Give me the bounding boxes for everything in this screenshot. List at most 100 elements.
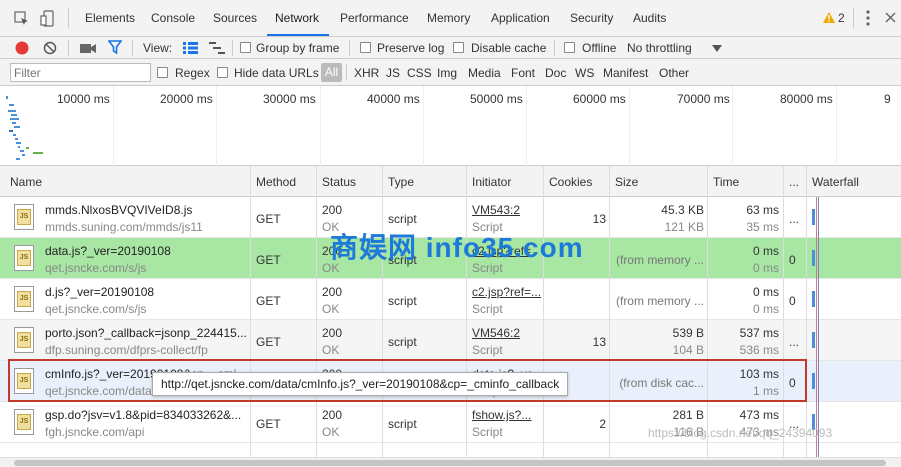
column-time[interactable]: Time [713, 175, 739, 189]
filter-type-media[interactable]: Media [468, 66, 501, 80]
request-initiator[interactable]: fshow.js?... [472, 408, 531, 422]
active-tab-indicator [267, 34, 329, 36]
network-request-table: Name Method Status Type Initiator Cookie… [0, 166, 901, 457]
request-method: GET [256, 294, 281, 308]
table-row[interactable]: JS porto.json?_callback=jsonp_224415... df… [0, 320, 901, 361]
request-size-resource: 121 KB [664, 220, 704, 234]
large-rows-icon[interactable] [183, 42, 198, 57]
preserve-log-checkbox[interactable] [360, 42, 371, 53]
offline-label: Offline [582, 41, 617, 55]
request-size: (from memory ... [615, 294, 704, 308]
filter-type-all[interactable]: All [321, 63, 342, 82]
offline-checkbox[interactable] [564, 42, 575, 53]
overview-waterfall-icon[interactable] [209, 42, 225, 57]
tab-security[interactable]: Security [570, 11, 613, 25]
tab-sources[interactable]: Sources [213, 11, 257, 25]
request-initiator[interactable]: VM546:2 [472, 326, 520, 340]
tab-audits[interactable]: Audits [633, 11, 666, 25]
request-initiator[interactable]: VM543:2 [472, 203, 520, 217]
filter-type-xhr[interactable]: XHR [354, 66, 379, 80]
column-separator[interactable] [707, 166, 708, 457]
request-name[interactable]: mmds.NlxosBVQVIVeID8.js [45, 203, 192, 217]
filter-type-ws[interactable]: WS [575, 66, 594, 80]
request-time: 0 ms [752, 244, 779, 258]
horizontal-scrollbar[interactable] [0, 457, 901, 467]
request-name[interactable]: d.js?_ver=20190108 [45, 285, 154, 299]
toolbar-separator [346, 64, 347, 80]
filter-type-css[interactable]: CSS [407, 66, 432, 80]
column-cookies[interactable]: Cookies [549, 175, 592, 189]
filter-type-font[interactable]: Font [511, 66, 535, 80]
screenshot-camera-icon[interactable] [80, 42, 96, 57]
overview-grid-line [113, 86, 114, 166]
throttling-select[interactable]: No throttling [627, 41, 692, 55]
column-separator[interactable] [609, 166, 610, 457]
column-separator[interactable] [382, 166, 383, 457]
filter-type-doc[interactable]: Doc [545, 66, 566, 80]
device-toolbar-icon[interactable] [40, 10, 56, 31]
column-separator[interactable] [466, 166, 467, 457]
request-initiator[interactable]: c2.jsp?ref=... [472, 285, 541, 299]
more-menu-icon[interactable] [866, 10, 870, 29]
tab-elements[interactable]: Elements [85, 11, 135, 25]
request-extra: ... [789, 212, 800, 226]
request-method: GET [256, 212, 281, 226]
inspect-element-icon[interactable] [14, 11, 30, 30]
column-type[interactable]: Type [388, 175, 414, 189]
filter-type-js[interactable]: JS [386, 66, 400, 80]
request-method: GET [256, 253, 281, 267]
network-toolbar: View: Group by frame Preserve log Disabl… [0, 37, 901, 59]
column-separator[interactable] [783, 166, 784, 457]
tab-memory[interactable]: Memory [427, 11, 470, 25]
request-time: 0 ms [752, 285, 779, 299]
filter-type-manifest[interactable]: Manifest [603, 66, 648, 80]
overview-tick: 80000 ms [780, 92, 833, 106]
warning-icon[interactable] [823, 12, 835, 26]
column-method[interactable]: Method [256, 175, 296, 189]
request-name[interactable]: gsp.do?jsv=v1.8&pid=834033262&... [45, 408, 241, 422]
tab-application[interactable]: Application [491, 11, 550, 25]
column-waterfall[interactable]: Waterfall [812, 175, 859, 189]
overview-grid-line [732, 86, 733, 166]
toolbar-separator [554, 40, 555, 56]
request-name[interactable]: porto.json?_callback=jsonp_224415... [45, 326, 247, 340]
table-row[interactable]: JS d.js?_ver=20190108 qet.jsncke.com/s/js G… [0, 279, 901, 320]
column-separator[interactable] [316, 166, 317, 457]
request-latency: 0 ms [752, 261, 779, 275]
tab-console[interactable]: Console [151, 11, 195, 25]
column-initiator[interactable]: Initiator [472, 175, 511, 189]
column-extra[interactable]: ... [789, 175, 799, 189]
filter-input[interactable] [10, 63, 151, 82]
regex-checkbox[interactable] [157, 67, 168, 78]
overview-grid-line [526, 86, 527, 166]
request-time: 63 ms [746, 203, 779, 217]
request-status: 200 [322, 326, 343, 340]
scrollbar-thumb[interactable] [14, 460, 886, 466]
filter-funnel-icon[interactable] [107, 40, 123, 58]
chevron-down-icon[interactable] [712, 42, 722, 56]
column-separator[interactable] [806, 166, 807, 457]
overview-tick: 60000 ms [573, 92, 626, 106]
request-time: 537 ms [739, 326, 779, 340]
tab-performance[interactable]: Performance [340, 11, 409, 25]
column-separator[interactable] [250, 166, 251, 457]
request-name[interactable]: data.js?_ver=20190108 [45, 244, 171, 258]
timeline-overview[interactable]: 10000 ms 20000 ms 30000 ms 40000 ms 5000… [0, 86, 901, 166]
filter-type-img[interactable]: Img [437, 66, 457, 80]
site-watermark: 商娱网 info35.com [330, 232, 584, 263]
request-type: script [388, 212, 417, 226]
column-separator[interactable] [543, 166, 544, 457]
disable-cache-checkbox[interactable] [453, 42, 464, 53]
column-name[interactable]: Name [10, 175, 42, 189]
filter-type-other[interactable]: Other [659, 66, 689, 80]
preserve-log-label: Preserve log [377, 41, 445, 55]
hide-data-urls-checkbox[interactable] [217, 67, 228, 78]
record-icon[interactable] [15, 41, 29, 58]
close-icon[interactable] [885, 12, 896, 26]
tab-network[interactable]: Network [275, 11, 319, 25]
column-size[interactable]: Size [615, 175, 638, 189]
group-by-frame-checkbox[interactable] [240, 42, 251, 53]
column-status[interactable]: Status [322, 175, 356, 189]
clear-icon[interactable] [43, 41, 57, 58]
request-path: qet.jsncke.com/s/js [45, 302, 147, 316]
